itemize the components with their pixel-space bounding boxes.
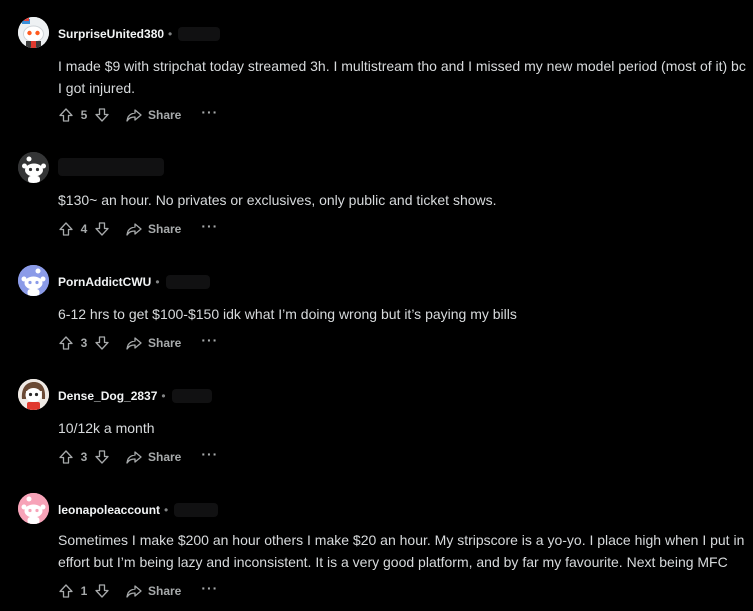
more-options-button[interactable]: ···	[201, 447, 218, 461]
separator-dot: •	[161, 389, 166, 403]
share-label: Share	[148, 222, 182, 236]
more-options-button[interactable]: ···	[201, 333, 218, 347]
downvote-icon[interactable]	[94, 583, 110, 599]
comment-body: Sometimes I make $200 an hour others I m…	[58, 532, 745, 570]
username[interactable]: SurpriseUnited380	[58, 27, 164, 41]
comment-meta: PornAddictCWU •	[58, 272, 210, 292]
default-snoo-avatar-icon[interactable]	[18, 265, 49, 296]
separator-dot: •	[155, 275, 160, 289]
comment-actions: 3 Share ···	[58, 446, 218, 468]
vote-count: 3	[80, 336, 88, 350]
downvote-icon[interactable]	[94, 449, 110, 465]
share-button[interactable]: Share	[126, 107, 181, 123]
more-options-button[interactable]: ···	[201, 219, 218, 233]
snoo-avatar-icon[interactable]	[18, 379, 49, 410]
redacted-timestamp	[178, 27, 221, 41]
redacted-timestamp	[174, 503, 219, 517]
snoo-avatar-icon[interactable]	[18, 17, 49, 48]
share-icon	[126, 223, 142, 236]
share-icon	[126, 109, 142, 122]
share-button[interactable]: Share	[126, 583, 181, 599]
share-label: Share	[148, 584, 182, 598]
share-icon	[126, 451, 142, 464]
upvote-icon[interactable]	[58, 449, 74, 465]
more-options-button[interactable]: ···	[201, 105, 218, 119]
redacted-timestamp	[171, 389, 212, 403]
comment-body: 10/12k a month	[58, 420, 155, 436]
redacted-timestamp	[165, 275, 210, 289]
separator-dot: •	[168, 27, 173, 41]
share-label: Share	[148, 336, 182, 350]
upvote-icon[interactable]	[58, 221, 74, 237]
username[interactable]: Dense_Dog_2837	[58, 389, 157, 403]
vote-count: 1	[80, 584, 88, 598]
separator-dot: •	[164, 503, 169, 517]
username[interactable]: PornAddictCWU	[58, 275, 151, 289]
share-label: Share	[148, 450, 182, 464]
vote-count: 3	[80, 450, 88, 464]
more-options-button[interactable]: ···	[201, 581, 218, 595]
downvote-icon[interactable]	[94, 107, 110, 123]
downvote-icon[interactable]	[94, 221, 110, 237]
share-icon	[126, 337, 142, 350]
upvote-icon[interactable]	[58, 583, 74, 599]
default-snoo-avatar-icon[interactable]	[18, 152, 49, 183]
share-button[interactable]: Share	[126, 449, 181, 465]
upvote-icon[interactable]	[58, 107, 74, 123]
comment-actions: 4 Share ···	[58, 218, 218, 240]
comment-actions: 1 Share ···	[58, 580, 218, 602]
default-snoo-avatar-icon[interactable]	[18, 493, 49, 524]
downvote-icon[interactable]	[94, 335, 110, 351]
comment-actions: 5 Share ···	[58, 104, 218, 126]
comment-body: $130~ an hour. No privates or exclusives…	[58, 192, 497, 208]
vote-count: 4	[80, 222, 88, 236]
username[interactable]: leonapoleaccount	[58, 503, 160, 517]
share-button[interactable]: Share	[126, 335, 181, 351]
share-icon	[126, 585, 142, 598]
upvote-icon[interactable]	[58, 335, 74, 351]
comment-body: 6-12 hrs to get $100-$150 idk what I’m d…	[58, 306, 517, 322]
redacted-username	[58, 158, 164, 176]
comment-actions: 3 Share ···	[58, 332, 218, 354]
comment-body: I made $9 with stripchat today streamed …	[58, 58, 746, 96]
vote-count: 5	[80, 108, 88, 122]
comment-meta: leonapoleaccount •	[58, 500, 219, 520]
comment-meta: SurpriseUnited380 •	[58, 24, 221, 44]
share-label: Share	[148, 108, 182, 122]
comment-meta: Dense_Dog_2837 •	[58, 386, 212, 406]
share-button[interactable]: Share	[126, 221, 181, 237]
